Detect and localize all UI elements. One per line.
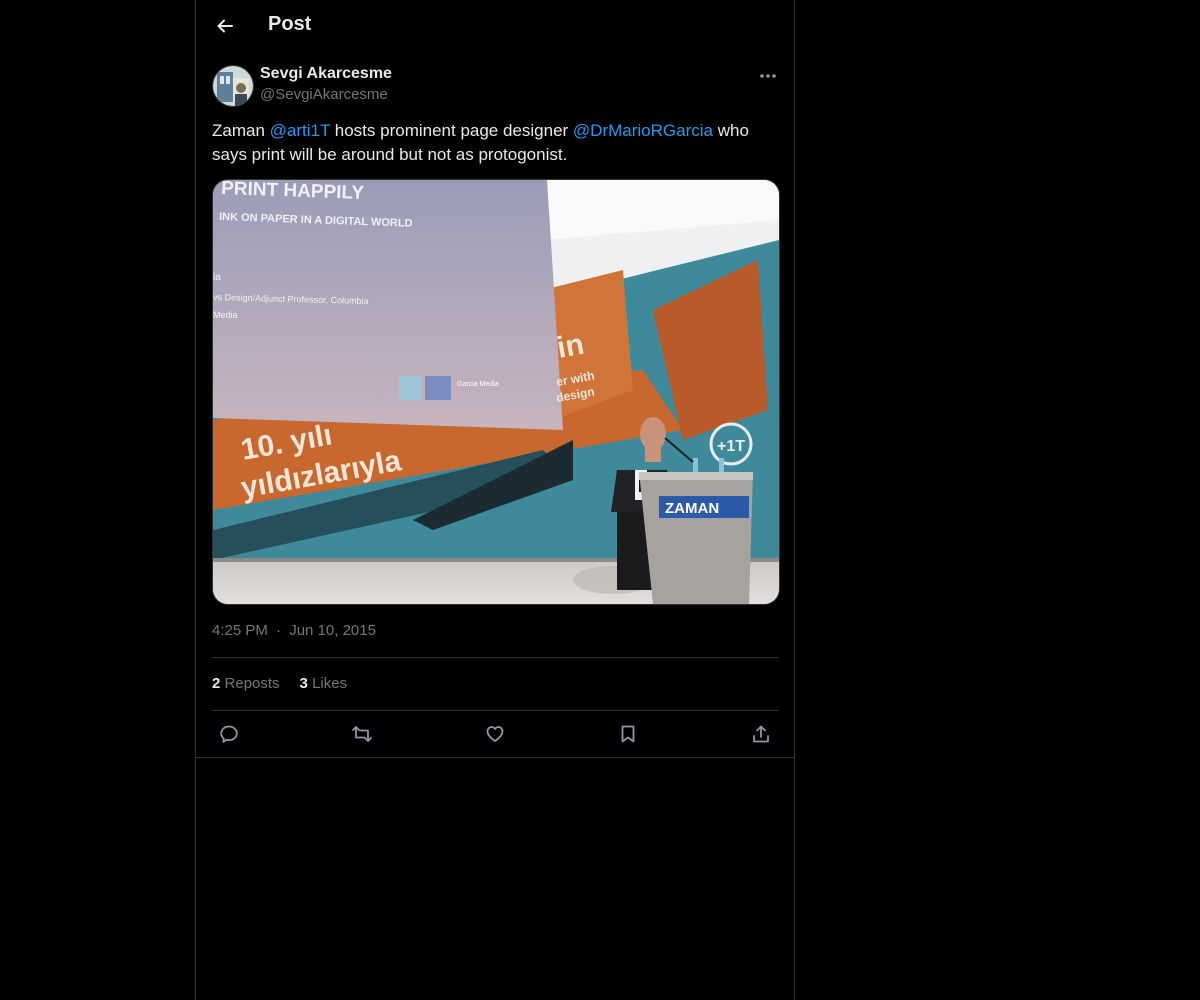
share-button[interactable] bbox=[744, 717, 778, 751]
mention-link[interactable]: @arti1T bbox=[270, 121, 330, 140]
page-title: Post bbox=[268, 13, 312, 35]
avatar-image bbox=[213, 66, 253, 106]
timestamp-separator: · bbox=[276, 622, 282, 639]
more-dots-icon bbox=[760, 74, 776, 78]
post-text-segment: Zaman bbox=[212, 121, 270, 140]
divider bbox=[212, 657, 778, 658]
avatar[interactable] bbox=[212, 65, 254, 107]
conference-photo: PRINT HAPPILY INK ON PAPER IN A DIGITAL … bbox=[213, 180, 779, 604]
bookmark-icon bbox=[621, 725, 635, 743]
repost-icon bbox=[352, 726, 372, 742]
reply-button[interactable] bbox=[212, 717, 246, 751]
more-options-button[interactable] bbox=[752, 64, 784, 88]
reposts-label: Reposts bbox=[224, 675, 280, 692]
post-time[interactable]: 4:25 PM bbox=[212, 622, 268, 639]
bookmark-button[interactable] bbox=[611, 717, 645, 751]
reposts-stat[interactable]: 2 Reposts bbox=[212, 675, 280, 692]
author-display-name[interactable]: Sevgi Akarcesme bbox=[260, 65, 392, 83]
like-button[interactable] bbox=[478, 717, 512, 751]
reposts-count: 2 bbox=[212, 675, 221, 692]
badge-text: +1T bbox=[717, 438, 745, 455]
likes-count: 3 bbox=[299, 675, 308, 692]
mention-link[interactable]: @DrMarioRGarcia bbox=[573, 121, 713, 140]
post-stats: 2 Reposts 3 Likes bbox=[212, 675, 347, 692]
post-date[interactable]: Jun 10, 2015 bbox=[289, 622, 376, 639]
banner-orange-text1: in bbox=[554, 328, 586, 365]
author-handle[interactable]: @SevgiAkarcesme bbox=[260, 86, 388, 103]
likes-label: Likes bbox=[312, 675, 348, 692]
divider bbox=[212, 710, 778, 711]
post-text: Zaman @arti1T hosts prominent page desig… bbox=[212, 119, 778, 167]
post-text-segment: hosts prominent page designer bbox=[330, 121, 573, 140]
post-bottom-border bbox=[196, 757, 794, 758]
post-timestamp[interactable]: 4:25 PM · Jun 10, 2015 bbox=[212, 622, 376, 639]
top-bar: Post bbox=[196, 0, 794, 53]
arrow-left-icon bbox=[217, 19, 233, 33]
screen-logo-text: Garcia Media bbox=[457, 381, 499, 388]
reply-icon bbox=[220, 725, 238, 743]
action-bar bbox=[212, 716, 778, 752]
like-icon bbox=[486, 726, 504, 742]
likes-stat[interactable]: 3 Likes bbox=[300, 675, 348, 692]
podium-text: ZAMAN bbox=[665, 500, 719, 517]
repost-button[interactable] bbox=[345, 717, 379, 751]
screen-line3: Media bbox=[213, 310, 238, 320]
post-column: Post Sevgi Akarcesme @SevgiAkarcesme Zam… bbox=[195, 0, 795, 1000]
screen-line1: ia bbox=[213, 272, 221, 283]
share-icon bbox=[753, 725, 769, 743]
post-photo[interactable]: PRINT HAPPILY INK ON PAPER IN A DIGITAL … bbox=[212, 179, 780, 605]
back-button[interactable] bbox=[208, 9, 242, 43]
